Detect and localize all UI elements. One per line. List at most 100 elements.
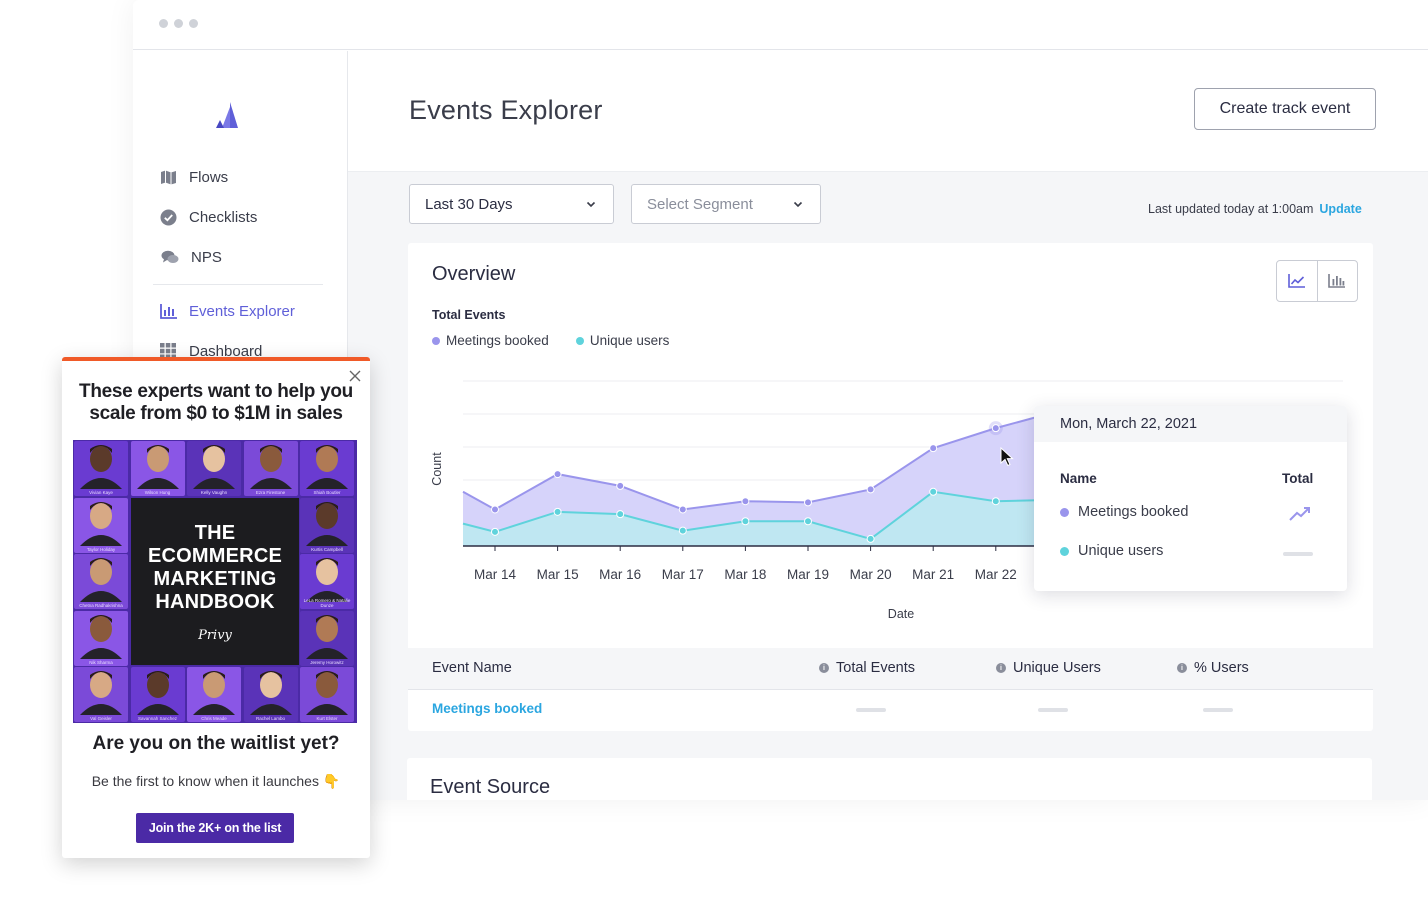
expert-name: Chris Meade (201, 716, 227, 721)
expert-name: Val Geisler (90, 716, 112, 721)
expert-photo: Nik Sharma (74, 610, 128, 666)
expert-name: Jeremy Horowitz (310, 659, 344, 665)
tooltip-col-name: Name (1060, 471, 1097, 486)
column-header-unique-users[interactable]: i Unique Users (996, 660, 1101, 676)
expert-photo: Ezra Firestone (243, 441, 298, 496)
expert-name: LeLa Romero & Natalie Dunze (303, 598, 351, 608)
segment-select[interactable]: Select Segment (631, 184, 821, 224)
x-axis-tick-label: Mar 18 (724, 567, 766, 582)
sidebar-item-events-explorer[interactable]: Events Explorer (159, 299, 295, 323)
expert-photo: Taylor Holiday (74, 497, 128, 553)
update-link[interactable]: Update (1319, 202, 1361, 216)
bar-chart-icon (1328, 274, 1346, 288)
expert-photo: Kurt Elster (300, 667, 354, 722)
event-source-card: Event Source (407, 758, 1372, 800)
book-title: THE ECOMMERCE MARKETING HANDBOOK (131, 522, 299, 614)
window-dot (189, 19, 198, 28)
legend-item-meetings[interactable]: Meetings booked (432, 333, 549, 348)
data-point (553, 507, 562, 516)
x-axis-tick-label: Mar 21 (912, 567, 954, 582)
data-point (678, 526, 687, 535)
data-point (553, 470, 562, 479)
mouse-cursor-icon (1000, 447, 1014, 467)
overview-title: Overview (432, 263, 516, 285)
promo-popup: These experts want to help you scale fro… (62, 357, 370, 858)
trend-up-icon (1289, 507, 1310, 521)
book-title-text: THE ECOMMERCE MARKETING HANDBOOK (147, 522, 283, 613)
legend-swatch (575, 336, 584, 345)
popup-subtitle: Be the first to know when it launches 👇 (91, 773, 341, 789)
x-axis-tick-label: Mar 16 (599, 567, 641, 582)
bar-chart-icon (159, 302, 177, 320)
column-header-label: Total Events (836, 660, 915, 676)
data-point (491, 527, 499, 536)
expert-name: Wilson Hung (144, 490, 171, 495)
window-titlebar (133, 0, 1428, 50)
expert-name: Kurt Elster (316, 716, 338, 721)
map-icon (159, 168, 177, 186)
person-icon (249, 671, 292, 715)
legend-swatch (432, 336, 440, 345)
column-header-event-name[interactable]: Event Name (432, 660, 512, 676)
data-point (991, 424, 1000, 433)
info-icon: i (819, 663, 829, 673)
join-waitlist-button[interactable]: Join the 2K+ on the list (136, 813, 294, 843)
tooltip-col-total: Total (1282, 471, 1314, 486)
data-point (991, 497, 1000, 506)
expert-photo: Chris Meade (187, 667, 241, 722)
page-header: Events Explorer Create track event (348, 51, 1428, 172)
check-circle-icon (159, 208, 177, 226)
expert-name: Chetna Radhakrishna (79, 603, 123, 608)
y-axis-label: Count (430, 452, 444, 486)
popup-question: Are you on the waitlist yet? (92, 733, 340, 754)
date-range-select[interactable]: Last 30 Days (409, 184, 614, 224)
column-header-label: Unique Users (1013, 660, 1101, 676)
person-icon (136, 445, 179, 489)
data-point (616, 510, 625, 519)
legend-item-users[interactable]: Unique users (575, 333, 669, 348)
x-axis-tick-label: Mar 14 (474, 567, 517, 582)
person-icon (306, 445, 348, 489)
line-chart-toggle[interactable] (1277, 261, 1317, 301)
expert-name: Kurtis Campbell (311, 546, 343, 552)
page-title: Events Explorer (409, 95, 603, 125)
data-point (616, 481, 625, 490)
loading-placeholder (856, 708, 886, 712)
loading-placeholder (1203, 708, 1233, 712)
person-icon (80, 671, 122, 715)
tooltip-row-users: Unique users (1060, 543, 1163, 559)
popup-title-text: These experts want to help you scale fro… (79, 381, 353, 424)
column-header-total-events[interactable]: i Total Events (819, 660, 915, 676)
sidebar-item-label: NPS (191, 248, 222, 266)
data-point (929, 444, 938, 453)
last-updated-text: Last updated today at 1:00am (1148, 202, 1314, 216)
info-icon: i (996, 663, 1006, 673)
expert-name: Vivian Kaye (89, 490, 113, 495)
chat-bubbles-icon (161, 248, 179, 266)
column-header-percent-users[interactable]: i % Users (1177, 660, 1249, 676)
sidebar-item-checklists[interactable]: Checklists (159, 205, 257, 229)
chart-subtitle: Total Events (432, 308, 506, 322)
sidebar-item-nps[interactable]: NPS (159, 245, 222, 269)
expert-photo: Shiah Boutler (300, 441, 354, 496)
chart-legend: Meetings booked Unique users (432, 333, 696, 348)
tooltip-swatch (1060, 507, 1069, 517)
table-row[interactable]: Meetings booked (408, 690, 1373, 730)
data-point (804, 498, 812, 507)
experts-collage: THE ECOMMERCE MARKETING HANDBOOK Privy V… (73, 440, 357, 723)
data-point (491, 505, 499, 514)
person-icon (306, 671, 348, 715)
create-track-event-button[interactable]: Create track event (1194, 88, 1376, 130)
bar-chart-toggle[interactable] (1316, 261, 1358, 301)
data-point (866, 485, 875, 494)
expert-photo: Kelly Vaughn (187, 441, 241, 496)
person-icon (249, 445, 292, 489)
column-header-label: Event Name (432, 660, 512, 676)
data-point (678, 505, 687, 514)
expert-photo: Wilson Hung (130, 441, 185, 496)
event-name-link[interactable]: Meetings booked (432, 701, 542, 716)
sidebar-item-flows[interactable]: Flows (159, 165, 228, 189)
info-icon: i (1177, 663, 1187, 673)
expert-name: Shiah Boutler (313, 490, 341, 495)
person-icon (136, 671, 179, 715)
